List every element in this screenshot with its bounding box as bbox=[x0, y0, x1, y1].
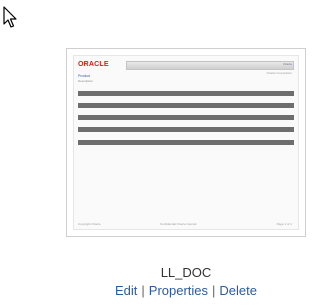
preview-content-bar bbox=[78, 115, 294, 120]
preview-footer-left: Copyright Oracle bbox=[78, 222, 101, 226]
preview-header-link: Oracle bbox=[283, 62, 292, 66]
arrow-pointer-icon bbox=[3, 6, 17, 28]
delete-link[interactable]: Delete bbox=[219, 283, 257, 298]
document-tile: ORACLE Oracle Oracle Corporation Product… bbox=[0, 0, 306, 308]
preview-footer-center: Confidential Oracle Internal bbox=[160, 222, 197, 226]
action-separator: | bbox=[212, 283, 216, 298]
preview-content-bar bbox=[78, 91, 294, 96]
preview-title: Product bbox=[78, 74, 91, 78]
document-preview: ORACLE Oracle Oracle Corporation Product… bbox=[73, 55, 299, 230]
preview-footer-right: Page 1 of 1 bbox=[276, 222, 292, 226]
document-actions: Edit | Properties | Delete bbox=[66, 283, 306, 299]
document-name: LL_DOC bbox=[160, 265, 212, 280]
edit-link[interactable]: Edit bbox=[115, 283, 137, 298]
preview-content-bar bbox=[78, 103, 294, 108]
preview-header-subtext: Oracle Corporation bbox=[266, 71, 292, 75]
document-thumbnail[interactable]: ORACLE Oracle Oracle Corporation Product… bbox=[66, 48, 306, 237]
oracle-logo: ORACLE bbox=[78, 61, 109, 68]
preview-content-bar bbox=[78, 127, 294, 132]
properties-link[interactable]: Properties bbox=[149, 283, 208, 298]
preview-header-bar bbox=[126, 61, 294, 70]
action-separator: | bbox=[141, 283, 145, 298]
preview-title-sub: Description bbox=[78, 79, 94, 83]
preview-content-bar bbox=[78, 140, 294, 145]
